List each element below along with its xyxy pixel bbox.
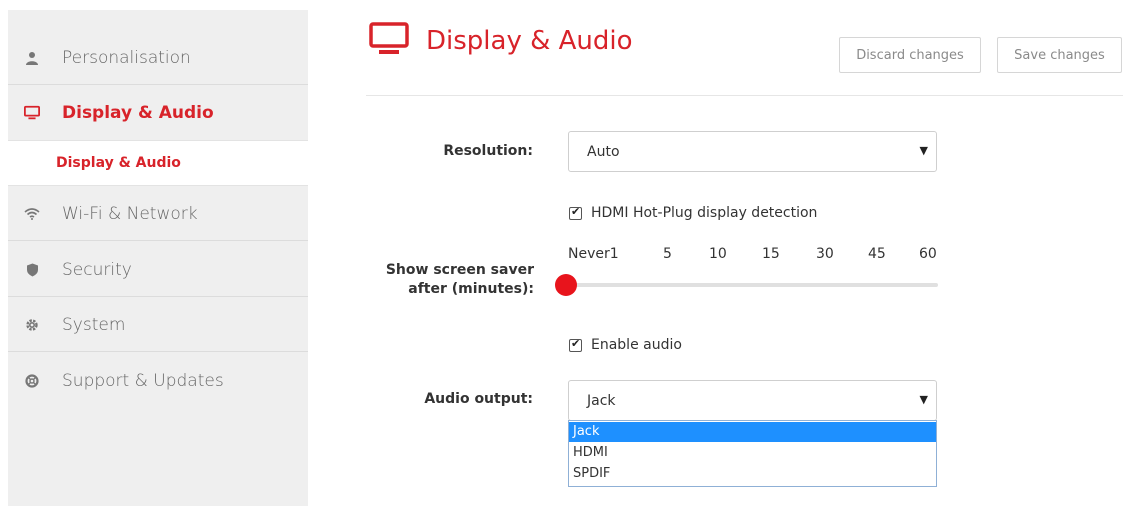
tick-label: 30	[816, 246, 834, 262]
sidebar-item-wifi-network[interactable]: Wi-Fi & Network	[8, 186, 308, 241]
sidebar-subitem-label: Display & Audio	[56, 155, 181, 171]
audio-output-value: Jack	[587, 393, 616, 409]
chevron-down-icon: ▼	[919, 393, 928, 406]
audio-option-spdif[interactable]: SPDIF	[569, 464, 936, 484]
audio-output-select[interactable]: Jack ▼	[568, 380, 937, 421]
sidebar-item-label: Support & Updates	[62, 370, 224, 391]
audio-output-label: Audio output:	[424, 391, 533, 407]
monitor-icon	[24, 105, 40, 121]
sidebar-item-support-updates[interactable]: Support & Updates	[8, 353, 308, 408]
discard-changes-button[interactable]: Discard changes	[839, 37, 981, 73]
tick-label: Never1	[568, 246, 619, 262]
resolution-label: Resolution:	[443, 143, 533, 159]
screensaver-label: Show screen saver after (minutes):	[380, 261, 534, 299]
screensaver-slider-thumb[interactable]	[555, 274, 577, 296]
page-title: Display & Audio	[426, 26, 633, 56]
shield-icon	[24, 262, 40, 278]
audio-option-hdmi[interactable]: HDMI	[569, 443, 936, 463]
sidebar-item-security[interactable]: Security	[8, 242, 308, 297]
sidebar-item-label: System	[62, 314, 126, 335]
enable-audio-label: Enable audio	[591, 337, 682, 353]
screensaver-label-line2: after (minutes):	[408, 281, 534, 297]
screensaver-slider-track[interactable]	[566, 283, 938, 287]
tick-label: 45	[868, 246, 886, 262]
wifi-icon	[24, 206, 40, 222]
hdmi-hotplug-label: HDMI Hot-Plug display detection	[591, 205, 818, 221]
lifebuoy-icon	[24, 373, 40, 389]
tick-label: 15	[762, 246, 780, 262]
screensaver-label-line1: Show screen saver	[385, 262, 534, 278]
sidebar-item-label: Wi-Fi & Network	[62, 203, 198, 224]
monitor-icon	[369, 22, 409, 58]
tick-label: 5	[663, 246, 672, 262]
chevron-down-icon: ▼	[919, 144, 928, 157]
user-icon	[24, 50, 40, 66]
tick-label: 60	[919, 246, 937, 262]
sidebar-item-personalisation[interactable]: Personalisation	[8, 30, 308, 85]
resolution-value: Auto	[587, 144, 620, 160]
audio-output-dropdown: Jack HDMI SPDIF	[568, 420, 937, 487]
sidebar-item-label: Personalisation	[62, 47, 191, 68]
hdmi-hotplug-checkbox[interactable]	[569, 205, 582, 220]
tick-label: 10	[709, 246, 727, 262]
sidebar-item-display-audio[interactable]: Display & Audio	[8, 85, 308, 140]
screensaver-tick-labels: Never1 5 10 15 30 45 60	[568, 246, 938, 264]
audio-option-jack[interactable]: Jack	[569, 422, 936, 442]
sidebar: Personalisation Display & Audio Display …	[8, 10, 308, 506]
sidebar-subitem-display-audio[interactable]: Display & Audio	[8, 140, 308, 186]
sidebar-item-label: Security	[62, 259, 132, 280]
resolution-select[interactable]: Auto ▼	[568, 131, 937, 172]
header-divider	[366, 95, 1123, 96]
enable-audio-row: Enable audio	[569, 337, 682, 353]
hdmi-hotplug-row: HDMI Hot-Plug display detection	[569, 205, 817, 221]
sidebar-item-system[interactable]: System	[8, 297, 308, 352]
gear-icon	[24, 317, 40, 333]
sidebar-item-label: Display & Audio	[62, 102, 214, 123]
enable-audio-checkbox[interactable]	[569, 337, 582, 352]
save-changes-button[interactable]: Save changes	[997, 37, 1122, 73]
